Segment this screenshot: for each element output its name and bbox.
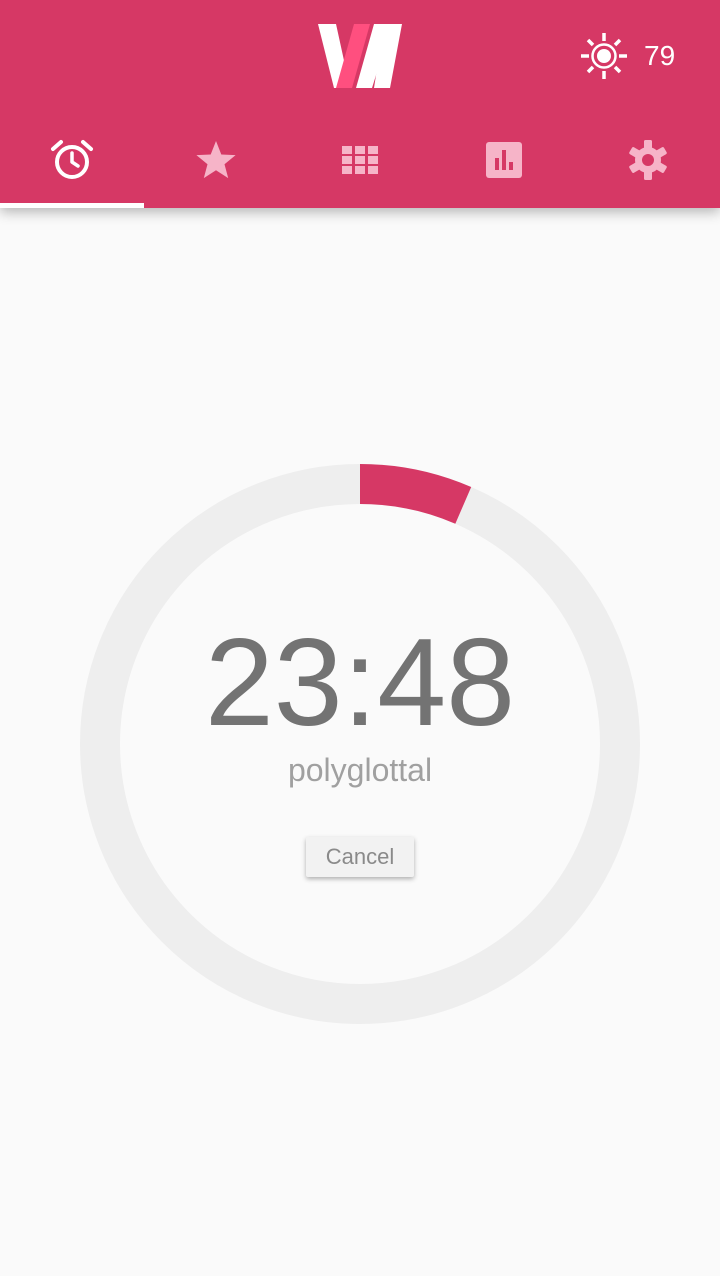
tab-stats[interactable] bbox=[432, 112, 576, 208]
star-icon bbox=[196, 141, 236, 179]
app-header: 79 bbox=[0, 0, 720, 208]
current-word: polyglottal bbox=[287, 752, 433, 788]
gear-icon bbox=[629, 140, 667, 180]
active-tab-indicator bbox=[0, 203, 144, 208]
tab-favorites[interactable] bbox=[144, 112, 288, 208]
alarm-clock-icon bbox=[51, 140, 93, 179]
sun-icon bbox=[581, 33, 627, 79]
timer-screen: 23:48 polyglottal Cancel bbox=[0, 208, 720, 1276]
tab-bar bbox=[0, 112, 720, 208]
score-value: 79 bbox=[644, 40, 676, 71]
progress-ring-arc bbox=[359, 464, 472, 524]
logo-w-icon bbox=[318, 24, 402, 88]
tab-settings[interactable] bbox=[576, 112, 720, 208]
bar-chart-icon bbox=[486, 142, 522, 178]
tab-timer[interactable] bbox=[0, 112, 144, 208]
score-indicator[interactable]: 79 bbox=[580, 32, 675, 80]
cancel-button[interactable]: Cancel bbox=[306, 837, 414, 877]
grid-icon bbox=[342, 146, 378, 174]
tab-grid[interactable] bbox=[288, 112, 432, 208]
timer-display: 23:48 bbox=[204, 614, 516, 752]
app: 79 23:48 polyglottal Cancel bbox=[0, 0, 720, 1276]
